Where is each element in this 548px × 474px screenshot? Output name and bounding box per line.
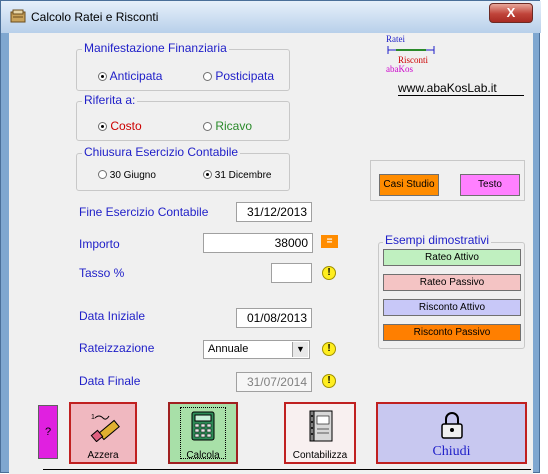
rateizzazione-select[interactable]: Annuale ▼ [203, 340, 310, 359]
radio-anticipata[interactable]: Anticipata [98, 69, 162, 83]
rateizzazione-warning-icon: ! [322, 342, 336, 356]
radio-costo[interactable]: Costo [98, 119, 142, 133]
rateo-attivo-button[interactable]: Rateo Attivo [383, 249, 521, 266]
radio-anticipata-label: Anticipata [109, 69, 163, 83]
lock-icon [441, 412, 463, 439]
calcola-label: Calcola [186, 450, 220, 461]
window-title: Calcolo Ratei e Risconti [31, 10, 159, 24]
risconto-attivo-button[interactable]: Risconto Attivo [383, 299, 521, 316]
data-iniziale-field[interactable]: 01/08/2013 [236, 308, 312, 328]
azzera-label: Azzera [87, 450, 119, 461]
fine-esercizio-field[interactable]: 31/12/2013 [236, 202, 312, 222]
chevron-down-icon[interactable]: ▼ [292, 342, 308, 357]
contabilizza-label: Contabilizza [292, 450, 348, 461]
risconto-passivo-button[interactable]: Risconto Passivo [383, 324, 521, 341]
help-button[interactable]: ? [38, 405, 58, 459]
radio-30-giugno-label: 30 Giugno [109, 170, 156, 181]
radio-costo-dot[interactable] [98, 122, 107, 131]
riferita-group-title: Riferita a: [82, 93, 138, 107]
svg-text:1: 1 [91, 414, 95, 421]
tasso-warning-icon: ! [322, 266, 336, 280]
radio-posticipata[interactable]: Posticipata [203, 69, 274, 83]
data-iniziale-label: Data Iniziale [79, 309, 146, 323]
rateo-passivo-button[interactable]: Rateo Passivo [383, 274, 521, 291]
radio-30-giugno-dot[interactable] [98, 170, 107, 179]
logo-area: Ratei Risconti abaKos www.abaKosLab.it [386, 34, 526, 102]
azzera-button[interactable]: 1 Azzera [69, 402, 137, 464]
importo-field[interactable]: 38000 [203, 233, 313, 253]
importo-equals-button[interactable]: = [321, 235, 338, 248]
fine-esercizio-label: Fine Esercizio Contabile [79, 205, 209, 219]
radio-30-giugno[interactable]: 30 Giugno [98, 170, 156, 181]
radio-31-dicembre[interactable]: 31 Dicembre [203, 170, 271, 181]
app-icon [10, 9, 26, 23]
radio-posticipata-label: Posticipata [215, 69, 275, 83]
website-link[interactable]: www.abaKosLab.it [398, 81, 524, 96]
radio-ricavo-label: Ricavo [215, 119, 253, 133]
app-window: Calcolo Ratei e Risconti X Manifestazion… [0, 0, 541, 474]
logo-line-abakos: abaKos [386, 64, 413, 74]
calculator-icon [191, 411, 215, 441]
contabilizza-button[interactable]: Contabilizza [284, 402, 356, 464]
rateizzazione-label: Rateizzazione [79, 341, 155, 355]
radio-31-dicembre-dot[interactable] [203, 170, 212, 179]
logo-line-ratei: Ratei [386, 34, 405, 44]
testo-button[interactable]: Testo [460, 174, 520, 196]
close-button[interactable]: X [489, 3, 533, 23]
radio-ricavo[interactable]: Ricavo [203, 119, 252, 133]
radio-anticipata-dot[interactable] [98, 72, 107, 81]
bottom-divider [43, 469, 531, 470]
tasso-field[interactable] [271, 263, 312, 283]
esempi-group-title: Esempi dimostrativi [383, 233, 492, 247]
radio-posticipata-dot[interactable] [203, 72, 212, 81]
eraser-icon: 1 [90, 414, 120, 442]
chiudi-button[interactable]: Chiudi [376, 402, 527, 464]
chiudi-label: Chiudi [432, 444, 471, 459]
ledger-book-icon [309, 410, 333, 442]
radio-costo-label: Costo [110, 119, 142, 133]
client-area: Manifestazione Finanziaria Anticipata Po… [9, 33, 533, 474]
data-finale-warning-icon: ! [322, 374, 336, 388]
data-finale-field: 31/07/2014 [236, 372, 312, 392]
manifestazione-group-title: Manifestazione Finanziaria [82, 41, 229, 55]
logo-arrow-icon [387, 46, 435, 54]
casi-studio-button[interactable]: Casi Studio [379, 174, 439, 196]
calcola-button[interactable]: Calcola [168, 402, 238, 464]
data-finale-label: Data Finale [79, 374, 141, 388]
radio-31-dicembre-label: 31 Dicembre [214, 170, 272, 181]
importo-label: Importo [79, 237, 120, 251]
radio-ricavo-dot[interactable] [203, 122, 212, 131]
title-bar: Calcolo Ratei e Risconti X [1, 1, 541, 33]
chiusura-group-title: Chiusura Esercizio Contabile [82, 145, 241, 159]
tasso-label: Tasso % [79, 266, 125, 280]
rateizzazione-value: Annuale [208, 343, 249, 355]
